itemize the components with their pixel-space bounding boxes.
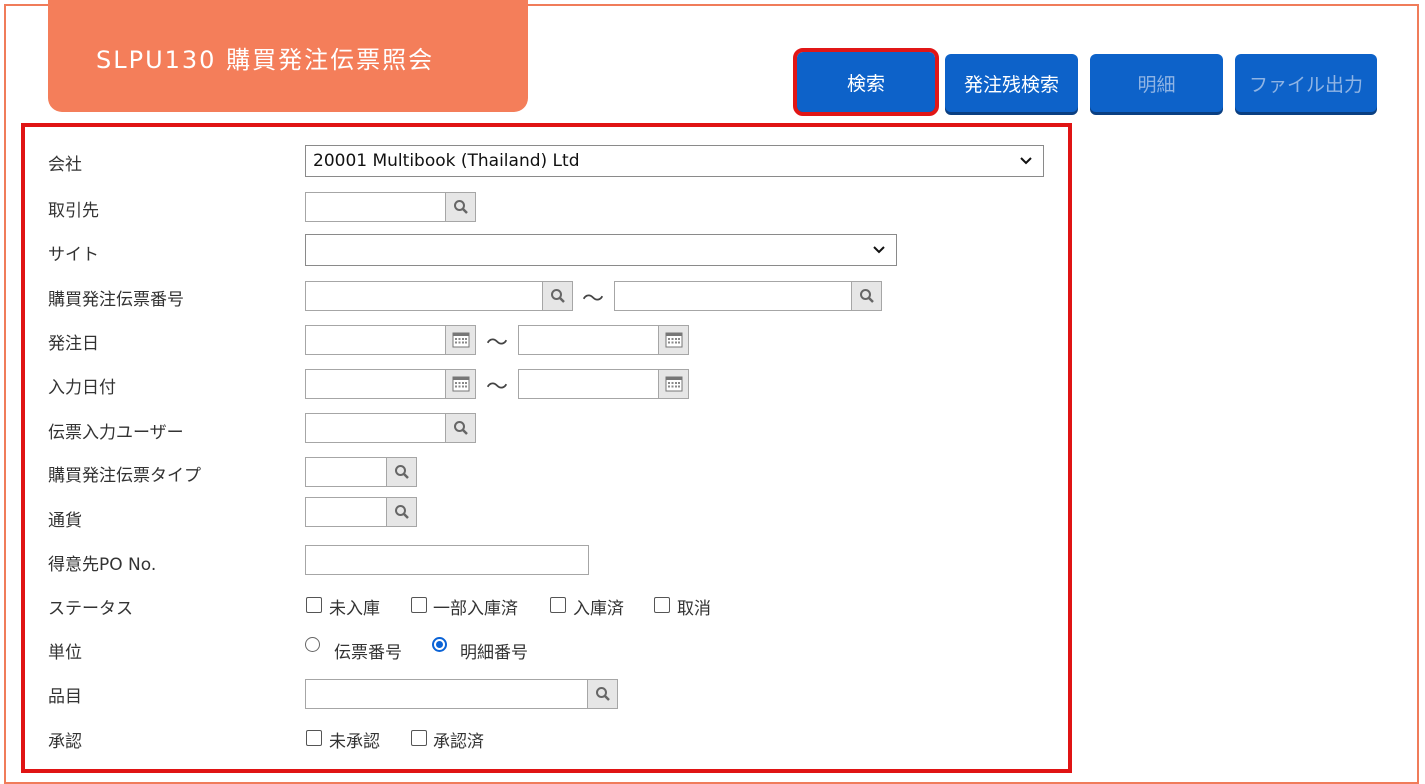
entry-date-label: 入力日付 bbox=[48, 378, 116, 398]
search-form-highlight bbox=[21, 123, 1072, 773]
approval-option-label: 未承認 bbox=[329, 732, 380, 752]
calendar-icon[interactable] bbox=[658, 326, 688, 354]
search-button[interactable]: 検索 bbox=[793, 48, 939, 116]
title-tab: SLPU130 購買発注伝票照会 bbox=[48, 0, 528, 112]
po-type-label: 購買発注伝票タイプ bbox=[48, 466, 201, 486]
search-icon[interactable] bbox=[445, 414, 475, 442]
entry-date-from-input[interactable] bbox=[305, 369, 476, 399]
entry-date-to-input[interactable] bbox=[518, 369, 689, 399]
customer-po-input[interactable] bbox=[305, 545, 589, 575]
chevron-down-icon bbox=[1019, 146, 1033, 186]
po-number-label: 購買発注伝票番号 bbox=[48, 290, 184, 310]
remaining-order-search-button[interactable]: 発注残検索 bbox=[945, 54, 1078, 112]
search-icon[interactable] bbox=[542, 282, 572, 310]
item-input[interactable] bbox=[305, 679, 618, 709]
supplier-label: 取引先 bbox=[48, 201, 99, 221]
order-date-from-input[interactable] bbox=[305, 325, 476, 355]
unit-line-number-radio[interactable] bbox=[432, 637, 447, 652]
customer-po-label: 得意先PO No. bbox=[48, 555, 157, 575]
approval-unapproved-checkbox[interactable] bbox=[306, 730, 322, 746]
item-label: 品目 bbox=[48, 687, 82, 707]
order-date-label: 発注日 bbox=[48, 334, 99, 354]
search-icon[interactable] bbox=[851, 282, 881, 310]
unit-option-label: 明細番号 bbox=[460, 643, 528, 663]
calendar-icon[interactable] bbox=[658, 370, 688, 398]
status-not-received-checkbox[interactable] bbox=[306, 597, 322, 613]
po-type-input[interactable] bbox=[305, 457, 417, 487]
calendar-icon[interactable] bbox=[445, 370, 475, 398]
company-select[interactable]: 20001 Multibook (Thailand) Ltd bbox=[305, 145, 1044, 177]
unit-label: 単位 bbox=[48, 643, 82, 663]
search-icon[interactable] bbox=[445, 193, 475, 221]
order-date-to-input[interactable] bbox=[518, 325, 689, 355]
status-received-checkbox[interactable] bbox=[550, 597, 566, 613]
approval-label: 承認 bbox=[48, 732, 82, 752]
entry-user-input[interactable] bbox=[305, 413, 476, 443]
calendar-icon[interactable] bbox=[445, 326, 475, 354]
status-option-label: 取消 bbox=[677, 599, 711, 619]
range-separator: ～ bbox=[582, 287, 605, 312]
chevron-down-icon bbox=[872, 235, 886, 275]
po-number-from-input[interactable] bbox=[305, 281, 573, 311]
company-select-value: 20001 Multibook (Thailand) Ltd bbox=[313, 151, 580, 171]
approval-option-label: 承認済 bbox=[433, 732, 484, 752]
search-icon[interactable] bbox=[386, 458, 416, 486]
currency-label: 通貨 bbox=[48, 511, 82, 531]
status-option-label: 入庫済 bbox=[573, 599, 624, 619]
currency-input[interactable] bbox=[305, 497, 417, 527]
status-option-label: 未入庫 bbox=[329, 599, 380, 619]
search-icon[interactable] bbox=[587, 680, 617, 708]
site-select[interactable] bbox=[305, 234, 897, 266]
file-output-button[interactable]: ファイル出力 bbox=[1235, 54, 1377, 112]
entry-user-label: 伝票入力ユーザー bbox=[48, 423, 184, 443]
range-separator: ～ bbox=[486, 375, 509, 400]
range-separator: ～ bbox=[486, 331, 509, 356]
page-title: SLPU130 購買発注伝票照会 bbox=[96, 46, 435, 74]
site-label: サイト bbox=[48, 245, 99, 265]
search-icon[interactable] bbox=[386, 498, 416, 526]
approval-approved-checkbox[interactable] bbox=[411, 730, 427, 746]
status-label: ステータス bbox=[48, 599, 133, 619]
po-number-to-input[interactable] bbox=[614, 281, 882, 311]
company-label: 会社 bbox=[48, 155, 82, 175]
supplier-input[interactable] bbox=[305, 192, 476, 222]
status-cancelled-checkbox[interactable] bbox=[654, 597, 670, 613]
unit-slip-number-radio[interactable] bbox=[305, 637, 320, 652]
detail-button[interactable]: 明細 bbox=[1090, 54, 1223, 112]
unit-option-label: 伝票番号 bbox=[334, 643, 402, 663]
status-option-label: 一部入庫済 bbox=[433, 599, 518, 619]
status-partially-received-checkbox[interactable] bbox=[411, 597, 427, 613]
